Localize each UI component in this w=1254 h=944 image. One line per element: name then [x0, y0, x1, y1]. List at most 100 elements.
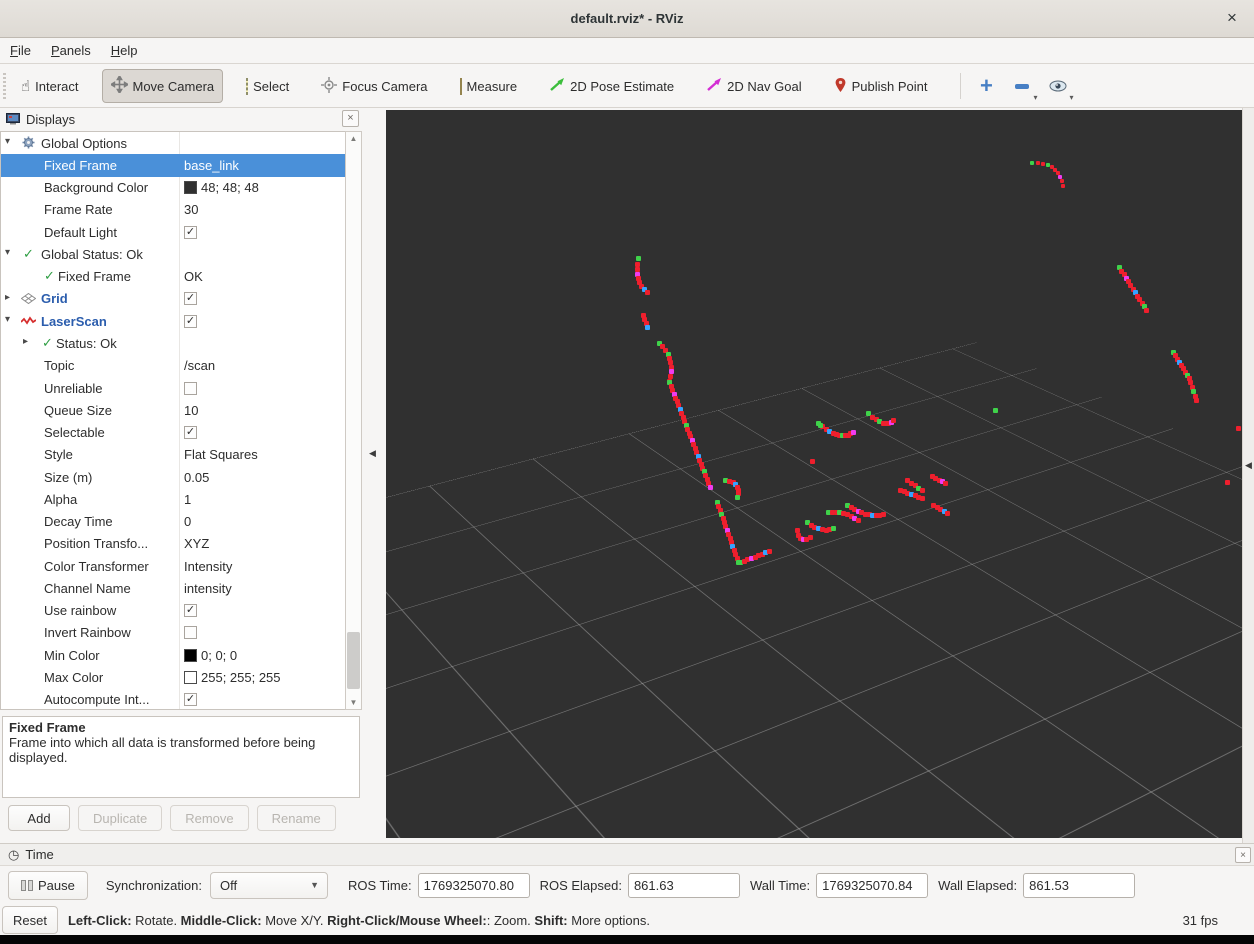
property-value[interactable]: intensity [184, 581, 232, 596]
property-value[interactable] [184, 382, 197, 395]
tool-select[interactable]: Select [237, 72, 298, 101]
render-view[interactable] [386, 110, 1242, 838]
menu-item-panels[interactable]: Panels [51, 40, 101, 61]
property-value[interactable]: 0.05 [184, 470, 209, 485]
property-value[interactable]: Flat Squares [184, 447, 258, 462]
property-value[interactable]: base_link [184, 158, 239, 173]
field-input[interactable] [418, 873, 530, 898]
time-panel-header[interactable]: ◷ Time × [0, 844, 1254, 866]
property-row-size-m-[interactable]: Size (m)0.05 [1, 466, 345, 488]
window-close-icon[interactable]: × [1220, 6, 1244, 30]
synchronization-select[interactable]: Off ▼ [210, 872, 328, 899]
tree-scrollbar[interactable]: ▲ ▼ [345, 131, 362, 710]
menu-item-help[interactable]: Help [111, 40, 148, 61]
expander-right-icon[interactable]: ▸ [23, 336, 28, 347]
property-row-max-color[interactable]: Max Color255; 255; 255 [1, 666, 345, 688]
menu-item-file[interactable]: File [10, 40, 41, 61]
property-row-selectable[interactable]: Selectable✓ [1, 421, 345, 443]
property-row-queue-size[interactable]: Queue Size10 [1, 399, 345, 421]
checkbox-icon[interactable]: ✓ [184, 426, 197, 439]
property-row-color-transformer[interactable]: Color TransformerIntensity [1, 555, 345, 577]
property-row-laserscan[interactable]: ▾LaserScan✓ [1, 310, 345, 332]
toolbar-drag-handle[interactable] [3, 73, 6, 99]
checkbox-icon[interactable]: ✓ [184, 292, 197, 305]
property-row-fixed-frame[interactable]: Fixed Framebase_link [1, 154, 345, 176]
property-row-invert-rainbow[interactable]: Invert Rainbow [1, 622, 345, 644]
expander-right-icon[interactable]: ▸ [5, 292, 10, 303]
dropdown-caret-icon[interactable]: ▾ [1033, 94, 1037, 102]
scroll-down-icon[interactable]: ▼ [346, 698, 361, 707]
property-row-min-color[interactable]: Min Color0; 0; 0 [1, 644, 345, 666]
displays-header[interactable]: Displays × [0, 108, 363, 130]
checkbox-icon[interactable] [184, 626, 197, 639]
property-row-grid[interactable]: ▸Grid✓ [1, 288, 345, 310]
dropdown-caret-icon[interactable]: ▾ [1069, 94, 1073, 102]
field-input[interactable] [816, 873, 928, 898]
property-value[interactable]: ✓ [184, 426, 197, 439]
checkbox-icon[interactable]: ✓ [184, 693, 197, 706]
property-value[interactable]: 0 [184, 514, 191, 529]
property-row-status-ok[interactable]: ▸✓Status: Ok [1, 332, 345, 354]
property-value[interactable]: 1 [184, 492, 191, 507]
property-row-position-transfo-[interactable]: Position Transfo...XYZ [1, 533, 345, 555]
tool-move-camera[interactable]: Move Camera [102, 69, 224, 103]
property-row-global-options[interactable]: ▾Global Options [1, 132, 345, 154]
property-row-decay-time[interactable]: Decay Time0 [1, 511, 345, 533]
property-row-frame-rate[interactable]: Frame Rate30 [1, 199, 345, 221]
property-value[interactable]: XYZ [184, 536, 209, 551]
property-row-style[interactable]: StyleFlat Squares [1, 444, 345, 466]
property-value[interactable]: ✓ [184, 693, 197, 706]
tool-2d-pose-estimate[interactable]: 2D Pose Estimate [540, 70, 683, 102]
scroll-thumb[interactable] [347, 632, 360, 689]
property-value[interactable]: OK [184, 269, 203, 284]
field-input[interactable] [628, 873, 740, 898]
checkbox-icon[interactable]: ✓ [184, 604, 197, 617]
property-value[interactable]: 10 [184, 403, 198, 418]
property-row-alpha[interactable]: Alpha1 [1, 488, 345, 510]
property-row-use-rainbow[interactable]: Use rainbow✓ [1, 600, 345, 622]
property-value[interactable]: /scan [184, 358, 215, 373]
property-row-unreliable[interactable]: Unreliable [1, 377, 345, 399]
field-input[interactable] [1023, 873, 1135, 898]
pause-button[interactable]: Pause [8, 871, 88, 900]
reset-button[interactable]: Reset [2, 906, 58, 934]
tool-2d-nav-goal[interactable]: 2D Nav Goal [697, 70, 810, 102]
time-panel-close-icon[interactable]: × [1235, 847, 1251, 863]
property-value[interactable]: ✓ [184, 292, 197, 305]
tool-publish-point[interactable]: Publish Point [825, 70, 937, 103]
tool-focus-camera[interactable]: Focus Camera [312, 70, 436, 103]
property-row-fixed-frame[interactable]: ✓Fixed FrameOK [1, 266, 345, 288]
expander-down-icon[interactable]: ▾ [5, 247, 10, 258]
property-row-autocompute-int-[interactable]: Autocompute Int...✓ [1, 689, 345, 710]
property-value[interactable]: ✓ [184, 226, 197, 239]
property-value[interactable]: 0; 0; 0 [184, 648, 237, 663]
title-bar[interactable]: default.rviz* - RViz × [0, 0, 1254, 38]
expander-down-icon[interactable]: ▾ [5, 314, 10, 325]
property-value[interactable]: Intensity [184, 559, 232, 574]
collapse-left-icon[interactable]: ◀ [369, 448, 376, 459]
property-value[interactable]: ✓ [184, 604, 197, 617]
left-splitter[interactable]: ◀ [363, 108, 386, 843]
right-splitter[interactable]: ◀ [1242, 108, 1254, 843]
property-row-channel-name[interactable]: Channel Nameintensity [1, 577, 345, 599]
property-value[interactable]: ✓ [184, 315, 197, 328]
property-value[interactable] [184, 626, 197, 639]
property-row-background-color[interactable]: Background Color48; 48; 48 [1, 177, 345, 199]
tool-interact[interactable]: ☝Interact [12, 70, 88, 102]
checkbox-icon[interactable]: ✓ [184, 226, 197, 239]
checkbox-icon[interactable]: ✓ [184, 315, 197, 328]
remove-tool-button[interactable]: ▾ [1007, 71, 1037, 101]
property-value[interactable]: 30 [184, 202, 198, 217]
add-tool-button[interactable]: + [971, 71, 1001, 101]
visibility-button[interactable]: ▾ [1043, 71, 1073, 101]
property-row-default-light[interactable]: Default Light✓ [1, 221, 345, 243]
property-row-topic[interactable]: Topic/scan [1, 355, 345, 377]
displays-close-icon[interactable]: × [342, 110, 359, 127]
checkbox-icon[interactable] [184, 382, 197, 395]
property-value[interactable]: 255; 255; 255 [184, 670, 281, 685]
property-value[interactable]: 48; 48; 48 [184, 180, 259, 195]
scroll-up-icon[interactable]: ▲ [346, 134, 361, 143]
collapse-right-icon[interactable]: ◀ [1245, 460, 1252, 471]
add-button[interactable]: Add [8, 805, 70, 831]
property-row-global-status-ok[interactable]: ▾✓Global Status: Ok [1, 243, 345, 265]
